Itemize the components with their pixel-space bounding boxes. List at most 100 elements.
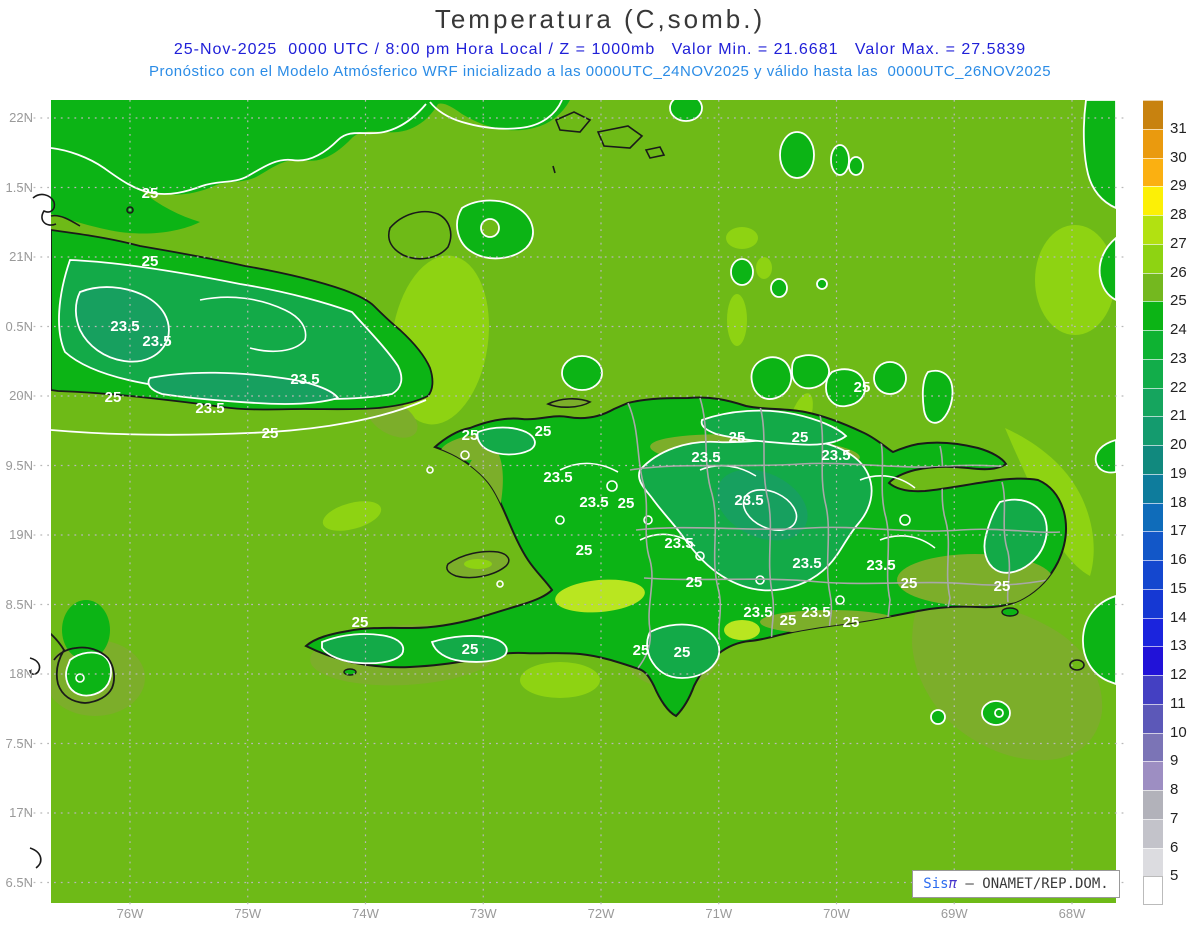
contour-label: 23.5 — [734, 492, 763, 509]
colorbar-segment — [1143, 330, 1163, 359]
colorbar-tick-label: 17 — [1170, 522, 1187, 540]
colorbar-segment — [1143, 301, 1163, 330]
contour-label: 25 — [854, 379, 871, 396]
lat-tick-label: 21N — [9, 249, 33, 264]
colorbar-segment — [1143, 732, 1163, 762]
colorbar-segment — [1143, 215, 1163, 244]
lat-tick-label: 18N — [9, 666, 33, 681]
contour-label: 25 — [729, 429, 746, 446]
colorbar-tick-label: 16 — [1170, 551, 1187, 568]
colorbar-tick-label: 30 — [1170, 148, 1187, 166]
contour-label: 23.5 — [290, 371, 319, 388]
contour-label: 23.5 — [792, 555, 821, 572]
colorbar-segment — [1143, 502, 1163, 532]
colorbar-tick-label: 20 — [1170, 436, 1187, 453]
lat-tick-label: 6.5N — [5, 874, 33, 890]
colorbar-segment — [1143, 272, 1163, 302]
colorbar-segment — [1143, 445, 1163, 474]
colorbar-tick-label: 19 — [1170, 464, 1187, 482]
colorbar-segment — [1143, 531, 1163, 560]
contour-label: 23.5 — [821, 447, 850, 464]
contour-label: 25 — [262, 425, 279, 442]
lat-tick-label: 19N — [9, 527, 33, 542]
colorbar-tick-label: 26 — [1170, 263, 1187, 281]
contour-label: 25 — [462, 641, 479, 658]
weather-map-page: Temperatura (C,somb.) 25-Nov-2025 0000 U… — [0, 0, 1200, 927]
lat-tick-label: 20N — [9, 388, 33, 403]
colorbar-segment — [1143, 100, 1163, 129]
colorbar-tick-label: 18 — [1170, 493, 1187, 511]
colorbar-tick-label: 15 — [1170, 579, 1187, 597]
colorbar-tick-label: 24 — [1170, 321, 1187, 338]
colorbar-segment — [1143, 186, 1163, 215]
colorbar-tick-label: 9 — [1170, 752, 1179, 770]
colorbar-tick-label: 11 — [1170, 694, 1186, 712]
lat-tick-label: 1.5N — [5, 179, 33, 195]
contour-label: 23.5 — [801, 604, 830, 621]
contour-label: 25 — [535, 423, 552, 440]
colorbar-segment — [1143, 761, 1163, 790]
colorbar-segment — [1143, 617, 1163, 647]
lat-tick-label: 8.5N — [5, 596, 33, 612]
temperature-colorbar: 31 30 29 28 27 26 25 24 23 22 21 20 19 18 17 16 15 14 13 12… — [1143, 100, 1187, 905]
colorbar-segment — [1143, 703, 1163, 733]
lat-tick-label: 9.5N — [5, 457, 33, 473]
lat-tick-label: 0.5N — [5, 318, 33, 334]
contour-label: 23.5 — [866, 557, 895, 574]
colorbar-tick-label: 5 — [1170, 867, 1179, 885]
contour-label: 23.5 — [743, 604, 772, 621]
contour-label: 25 — [352, 614, 369, 631]
colorbar-tick-label: 10 — [1170, 723, 1187, 741]
lon-tick-label: 73W — [469, 906, 497, 921]
colorbar-tick-label: 25 — [1170, 292, 1187, 310]
saona-island — [1001, 607, 1019, 617]
lon-tick-label: 68W — [1058, 906, 1086, 921]
lon-tick-label: 69W — [940, 906, 968, 921]
contour-label: 23.5 — [142, 333, 171, 350]
contour-label: 25 — [142, 185, 159, 202]
lat-tick-label: 17N — [9, 805, 33, 820]
contour-label: 25 — [780, 612, 797, 629]
map-canvas: 252523.523.523.523.52525 252525 25 2523.5 23… — [20, 100, 1128, 908]
colorbar-segment — [1143, 416, 1163, 445]
contour-label: 25 — [686, 574, 703, 591]
contour-label: 25 — [105, 389, 122, 406]
attribution-box: Sis π – ONAMET/REP.DOM. — [912, 870, 1120, 898]
contour-label: 25 — [994, 578, 1011, 595]
contour-label: 25 — [633, 642, 650, 659]
colorbar-tick-label: 29 — [1170, 177, 1187, 195]
lon-tick-label: 74W — [352, 906, 379, 921]
contour-label: 25 — [142, 253, 159, 270]
colorbar-tick-label: 21 — [1170, 407, 1187, 425]
colorbar-segment — [1143, 646, 1163, 675]
colorbar-segment — [1143, 560, 1163, 589]
colorbar-segment — [1143, 387, 1163, 417]
contour-label: 23.5 — [195, 400, 224, 417]
colorbar-tick-label: 8 — [1170, 781, 1179, 798]
colorbar-segment — [1143, 588, 1163, 618]
lon-tick-label: 72W — [587, 906, 615, 921]
colorbar-segment — [1143, 675, 1163, 704]
lon-tick-label: 70W — [823, 906, 850, 921]
colorbar-segment — [1143, 128, 1163, 158]
lon-tick-label: 75W — [234, 906, 262, 921]
contour-label: 25 — [843, 614, 860, 631]
colorbar-segment — [1143, 358, 1163, 388]
contour-label: 25 — [576, 542, 593, 559]
contour-label: 25 — [674, 644, 691, 661]
colorbar-segment — [1143, 818, 1163, 848]
colorbar-tick-label: 23 — [1170, 349, 1187, 367]
colorbar-tick-label: 28 — [1170, 206, 1187, 223]
colorbar-segment — [1143, 243, 1163, 273]
sispi-brand: Sis — [923, 876, 949, 892]
contour-label: 23.5 — [691, 449, 720, 466]
lat-tick-label: 7.5N — [5, 735, 33, 751]
contour-label: 23.5 — [579, 494, 608, 511]
colorbar-tick-label: 27 — [1170, 234, 1187, 252]
lat-tick-label: 22N — [9, 110, 33, 125]
colorbar-tick-label: 14 — [1170, 608, 1187, 626]
lon-tick-label: 71W — [705, 906, 733, 921]
colorbar-segment — [1143, 876, 1163, 905]
colorbar-tick-label: 7 — [1170, 809, 1179, 827]
colorbar-segment — [1143, 473, 1163, 503]
